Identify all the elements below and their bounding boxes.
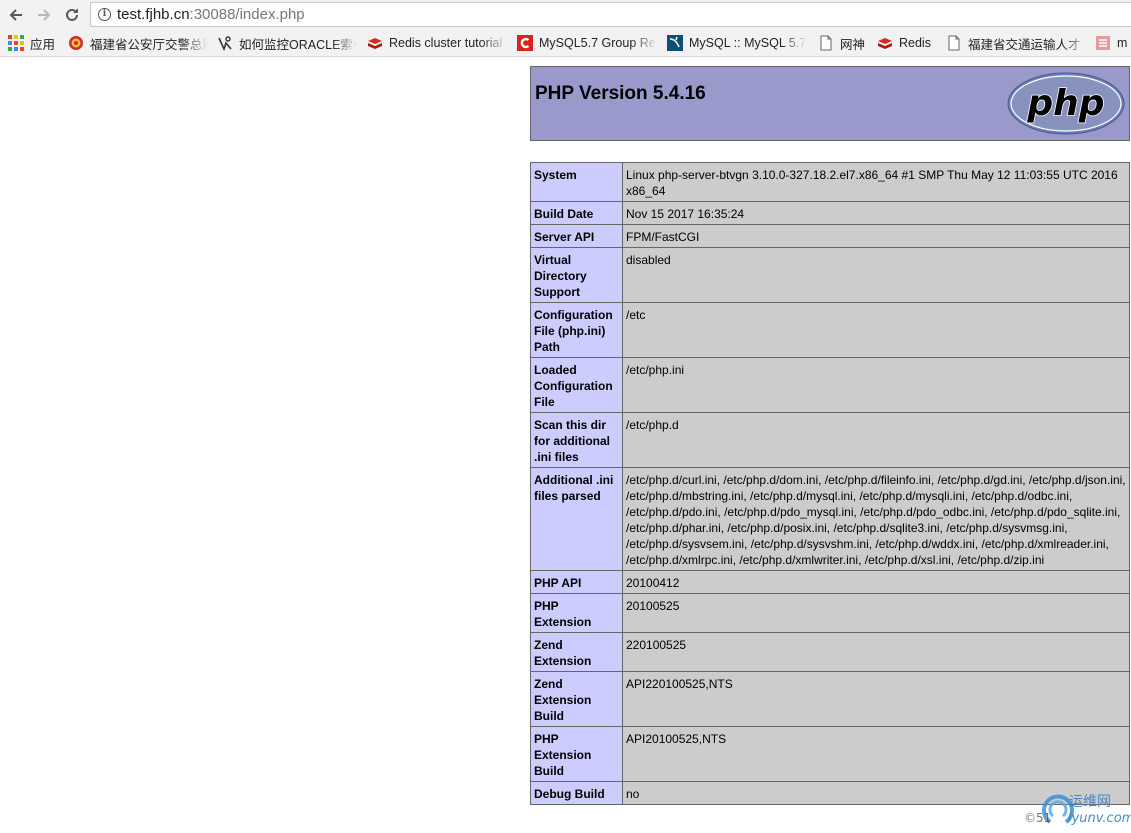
watermark-prefix-text: ©51 <box>1024 811 1051 825</box>
info-key: System <box>530 162 623 202</box>
info-key: Additional .ini files parsed <box>530 467 623 571</box>
info-key: Debug Build <box>530 781 623 805</box>
info-value: 220100525 <box>622 632 1130 672</box>
info-value: 20100525 <box>622 593 1130 633</box>
bookmark-label: Redis cluster tutorial <box>389 36 503 50</box>
info-value: API20100525,NTS <box>622 726 1130 782</box>
phpinfo-table: System Linux php-server-btvgn 3.10.0-327.… <box>530 162 1130 805</box>
info-key: Loaded Configuration File <box>530 357 623 413</box>
redis-icon <box>367 35 383 51</box>
info-value: /etc <box>622 302 1130 358</box>
info-key: Zend Extension <box>530 632 623 672</box>
info-row: Server API FPM/FastCGI <box>530 224 1130 248</box>
bookmark-label: MySQL :: MySQL 5.7 <box>689 36 807 50</box>
bookmark-label: 网神 <box>840 37 866 52</box>
info-value: Linux php-server-btvgn 3.10.0-327.18.2.e… <box>622 162 1130 202</box>
watermark-en-text: iyunv.com <box>1068 811 1131 826</box>
page-title: PHP Version 5.4.16 <box>535 83 706 104</box>
info-row: Build Date Nov 15 2017 16:35:24 <box>530 201 1130 225</box>
info-key: Configuration File (php.ini) Path <box>530 302 623 358</box>
info-value: API220100525,NTS <box>622 671 1130 727</box>
info-value: FPM/FastCGI <box>622 224 1130 248</box>
forward-arrow-icon <box>38 9 51 21</box>
phpinfo-header: PHP Version 5.4.16 php <box>530 66 1130 141</box>
info-row: Virtual Directory Support disabled <box>530 247 1130 303</box>
info-row: PHP Extension 20100525 <box>530 593 1130 633</box>
bookmark-label: 福建省交通运输人才 <box>968 37 1081 52</box>
bookmark-apps[interactable]: 应用 <box>8 33 60 53</box>
page-icon <box>946 35 962 51</box>
url-text[interactable]: test.fjhb.cn:30088/index.php <box>117 6 305 23</box>
bookmark-mysql-group[interactable]: MySQL5.7 Group Re <box>517 33 657 53</box>
info-key: Zend Extension Build <box>530 671 623 727</box>
info-row: PHP API 20100412 <box>530 570 1130 594</box>
watermark-cn-text: 运维网 <box>1069 794 1111 810</box>
mysql-c-icon <box>517 35 533 51</box>
url-path: :30088/index.php <box>189 6 305 23</box>
url-field[interactable]: i test.fjhb.cn:30088/index.php <box>90 2 1131 27</box>
bookmark-label: m <box>1117 36 1128 50</box>
site-icon <box>1095 35 1111 51</box>
bookmark-mysql-docs[interactable]: MySQL :: MySQL 5.7 <box>667 33 807 53</box>
bookmarks-bar: 应用 福建省公安厅交警总队 如何监控ORACLE索引 Redis cluster… <box>0 29 1131 57</box>
bookmark-oracle-index[interactable]: 如何监控ORACLE索引 <box>217 33 357 53</box>
reload-icon <box>66 8 78 21</box>
info-key: Virtual Directory Support <box>530 247 623 303</box>
info-row: Scan this dir for additional .ini files /… <box>530 412 1130 468</box>
info-value: /etc/php.ini <box>622 357 1130 413</box>
back-button[interactable] <box>5 4 27 26</box>
watermark: 运维网 ©51 iyunv.com <box>1024 794 1131 826</box>
info-row: Additional .ini files parsed/etc/php.d/c… <box>530 467 1130 571</box>
info-key: PHP Extension <box>530 593 623 633</box>
info-value: /etc/php.d/curl.ini, /etc/php.d/dom.ini,… <box>622 467 1130 571</box>
php-logo-text: php <box>1026 83 1104 124</box>
bookmark-label: 应用 <box>30 37 56 52</box>
info-row: Zend Extension Build API220100525,NTS <box>530 671 1130 727</box>
url-host: test.fjhb.cn <box>117 6 190 23</box>
bookmark-label: Redis <box>899 36 931 50</box>
info-row: System Linux php-server-btvgn 3.10.0-327.… <box>530 162 1130 202</box>
info-value: Nov 15 2017 16:35:24 <box>622 201 1130 225</box>
info-value: disabled <box>622 247 1130 303</box>
page-icon <box>818 35 834 51</box>
bookmark-transport-talent[interactable]: 福建省交通运输人才 <box>946 33 1088 53</box>
php-logo-icon: php <box>1007 72 1125 135</box>
bookmark-redis[interactable]: Redis <box>877 33 939 53</box>
back-arrow-icon <box>9 9 22 21</box>
mysql-dolphin-icon <box>667 35 683 51</box>
info-value: 20100412 <box>622 570 1130 594</box>
address-bar-row: i test.fjhb.cn:30088/index.php <box>0 0 1131 29</box>
reload-button[interactable] <box>61 4 83 26</box>
info-key: PHP API <box>530 570 623 594</box>
bookmark-wangshen[interactable]: 网神 <box>818 33 873 53</box>
bookmark-label: 福建省公安厅交警总队 <box>90 37 208 52</box>
info-icon[interactable]: i <box>98 8 111 21</box>
forward-button[interactable] <box>33 4 55 26</box>
info-row: Zend Extension 220100525 <box>530 632 1130 672</box>
bookmark-logo-icon <box>217 35 233 51</box>
info-key: Scan this dir for additional .ini files <box>530 412 623 468</box>
info-row: Configuration File (php.ini) Path/etc <box>530 302 1130 358</box>
redis-icon <box>877 35 893 51</box>
bookmark-traffic-police[interactable]: 福建省公安厅交警总队 <box>68 33 208 53</box>
police-badge-icon <box>68 35 84 51</box>
bookmark-label: MySQL5.7 Group Re <box>539 36 656 50</box>
bookmark-more-site[interactable]: m <box>1095 33 1131 53</box>
bookmark-redis-cluster[interactable]: Redis cluster tutorial <box>367 33 507 53</box>
info-key: PHP Extension Build <box>530 726 623 782</box>
info-key: Server API <box>530 224 623 248</box>
info-row: PHP Extension Build API20100525,NTS <box>530 726 1130 782</box>
apps-grid-icon <box>8 35 24 51</box>
info-row: Loaded Configuration File/etc/php.ini <box>530 357 1130 413</box>
info-value: /etc/php.d <box>622 412 1130 468</box>
bookmark-label: 如何监控ORACLE索引 <box>239 37 357 52</box>
info-key: Build Date <box>530 201 623 225</box>
